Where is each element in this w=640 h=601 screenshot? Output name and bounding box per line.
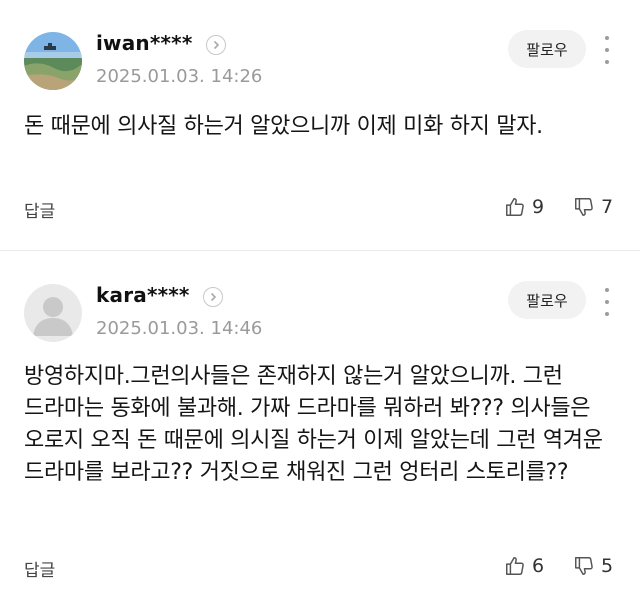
username[interactable]: kara**** bbox=[96, 283, 190, 307]
comment-text: 방영하지마.그런의사들은 존재하지 않는거 알았으니까. 그런 드라마는 동화에… bbox=[24, 364, 603, 485]
chevron-right-icon[interactable] bbox=[203, 287, 223, 307]
dislike-count: 5 bbox=[601, 555, 614, 577]
reply-button[interactable]: 답글 bbox=[24, 556, 55, 581]
timestamp: 2025.01.03. 14:46 bbox=[96, 318, 263, 339]
default-user-icon bbox=[24, 284, 82, 342]
more-vertical-icon[interactable] bbox=[600, 288, 614, 316]
follow-button[interactable]: 팔로우 bbox=[508, 281, 586, 319]
avatar[interactable] bbox=[24, 284, 82, 342]
dislike-button[interactable]: 5 bbox=[573, 555, 613, 577]
thumbs-up-icon bbox=[506, 557, 524, 575]
thumbs-down-icon bbox=[575, 557, 593, 575]
comment-item: kara**** 2025.01.03. 14:46 팔로우 방영하지마.그런의… bbox=[0, 0, 640, 601]
like-button[interactable]: 6 bbox=[504, 555, 544, 577]
like-count: 6 bbox=[532, 555, 545, 577]
